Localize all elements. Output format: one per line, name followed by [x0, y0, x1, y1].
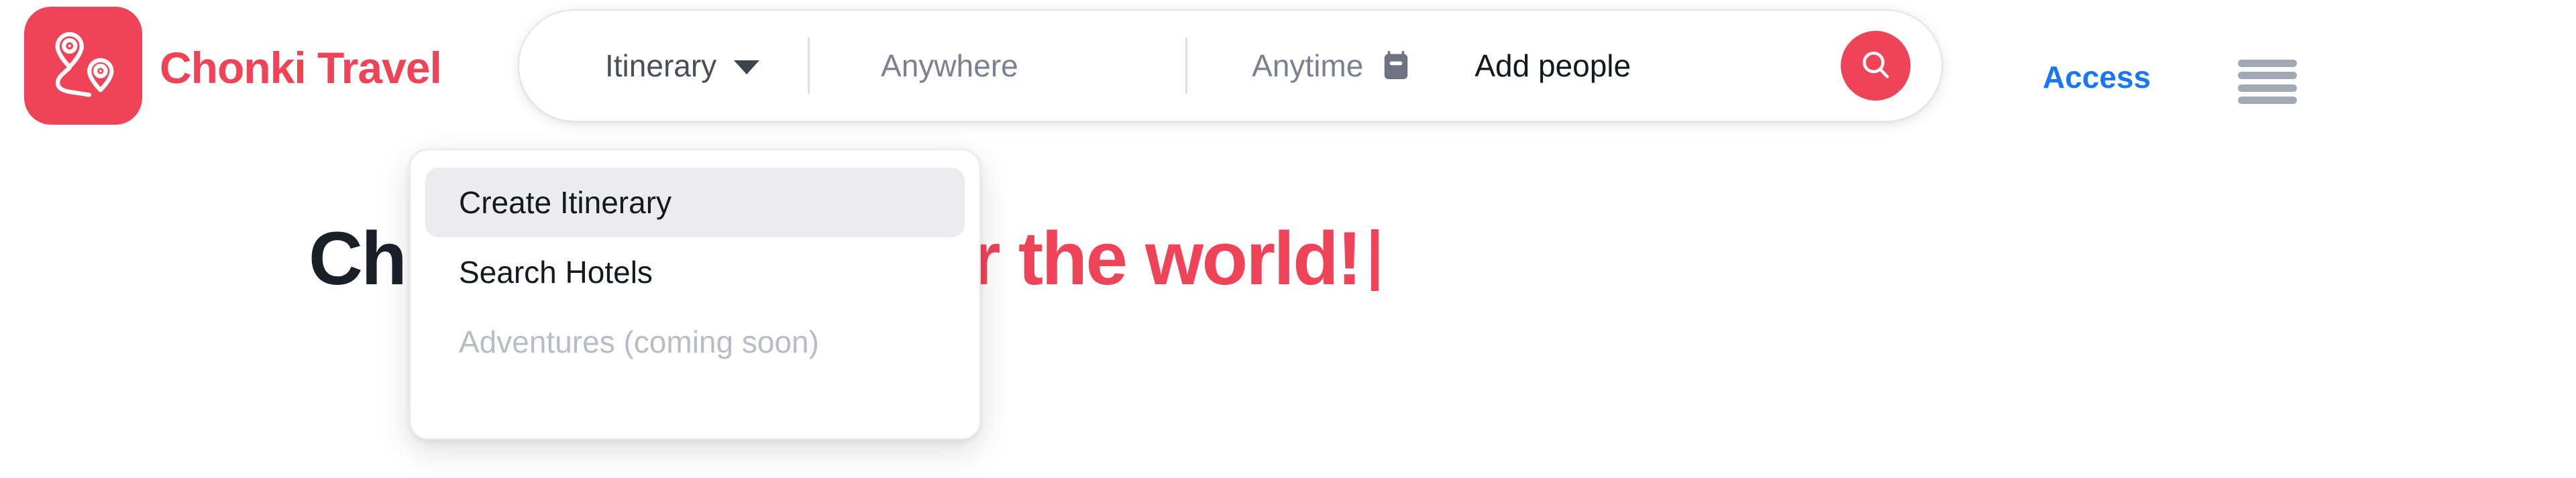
search-location-placeholder: Anywhere	[881, 48, 1018, 83]
brand-name: Chonki Travel	[160, 43, 442, 93]
hamburger-line	[2238, 60, 2297, 67]
dropdown-item-label: Adventures (coming soon)	[459, 324, 819, 359]
site-header: Chonki Travel Itinerary Anywhere Anytime	[0, 0, 2576, 134]
calendar-icon	[1381, 50, 1411, 82]
search-icon	[1858, 48, 1893, 84]
chevron-down-icon	[734, 60, 760, 74]
map-pins-route-icon	[24, 7, 142, 125]
hamburger-menu-icon[interactable]	[2238, 57, 2297, 107]
typing-caret	[1371, 229, 1379, 291]
dropdown-item-label: Create Itinerary	[459, 185, 672, 220]
hamburger-line	[2238, 84, 2297, 92]
app-root: Chonki Travel Itinerary Anywhere Anytime	[0, 0, 2576, 478]
search-location-field[interactable]: Anywhere	[810, 11, 1185, 121]
dropdown-item-search-hotels[interactable]: Search Hotels	[425, 237, 965, 307]
dropdown-item-label: Search Hotels	[459, 255, 653, 290]
search-guests-field[interactable]: Add people	[1411, 11, 1631, 121]
search-guests-value: Add people	[1474, 48, 1631, 83]
brand-logo-group[interactable]: Chonki Travel	[24, 7, 442, 125]
search-dates-placeholder: Anytime	[1252, 48, 1364, 83]
hamburger-line	[2238, 96, 2297, 104]
search-bar: Itinerary Anywhere Anytime Add people	[518, 9, 1943, 122]
search-type-dropdown-menu: Create Itinerary Search Hotels Adventure…	[409, 149, 981, 440]
search-type-label: Itinerary	[605, 48, 717, 83]
access-link[interactable]: Access	[2043, 59, 2151, 95]
search-dates-field[interactable]: Anytime	[1187, 11, 1411, 121]
search-submit-button[interactable]	[1841, 31, 1911, 101]
dropdown-item-create-itinerary[interactable]: Create Itinerary	[425, 168, 965, 237]
hamburger-line	[2238, 72, 2297, 80]
dropdown-item-adventures: Adventures (coming soon)	[425, 307, 965, 377]
hero-headline-dark: Ch	[309, 217, 407, 300]
search-type-selector[interactable]: Itinerary	[519, 11, 808, 121]
